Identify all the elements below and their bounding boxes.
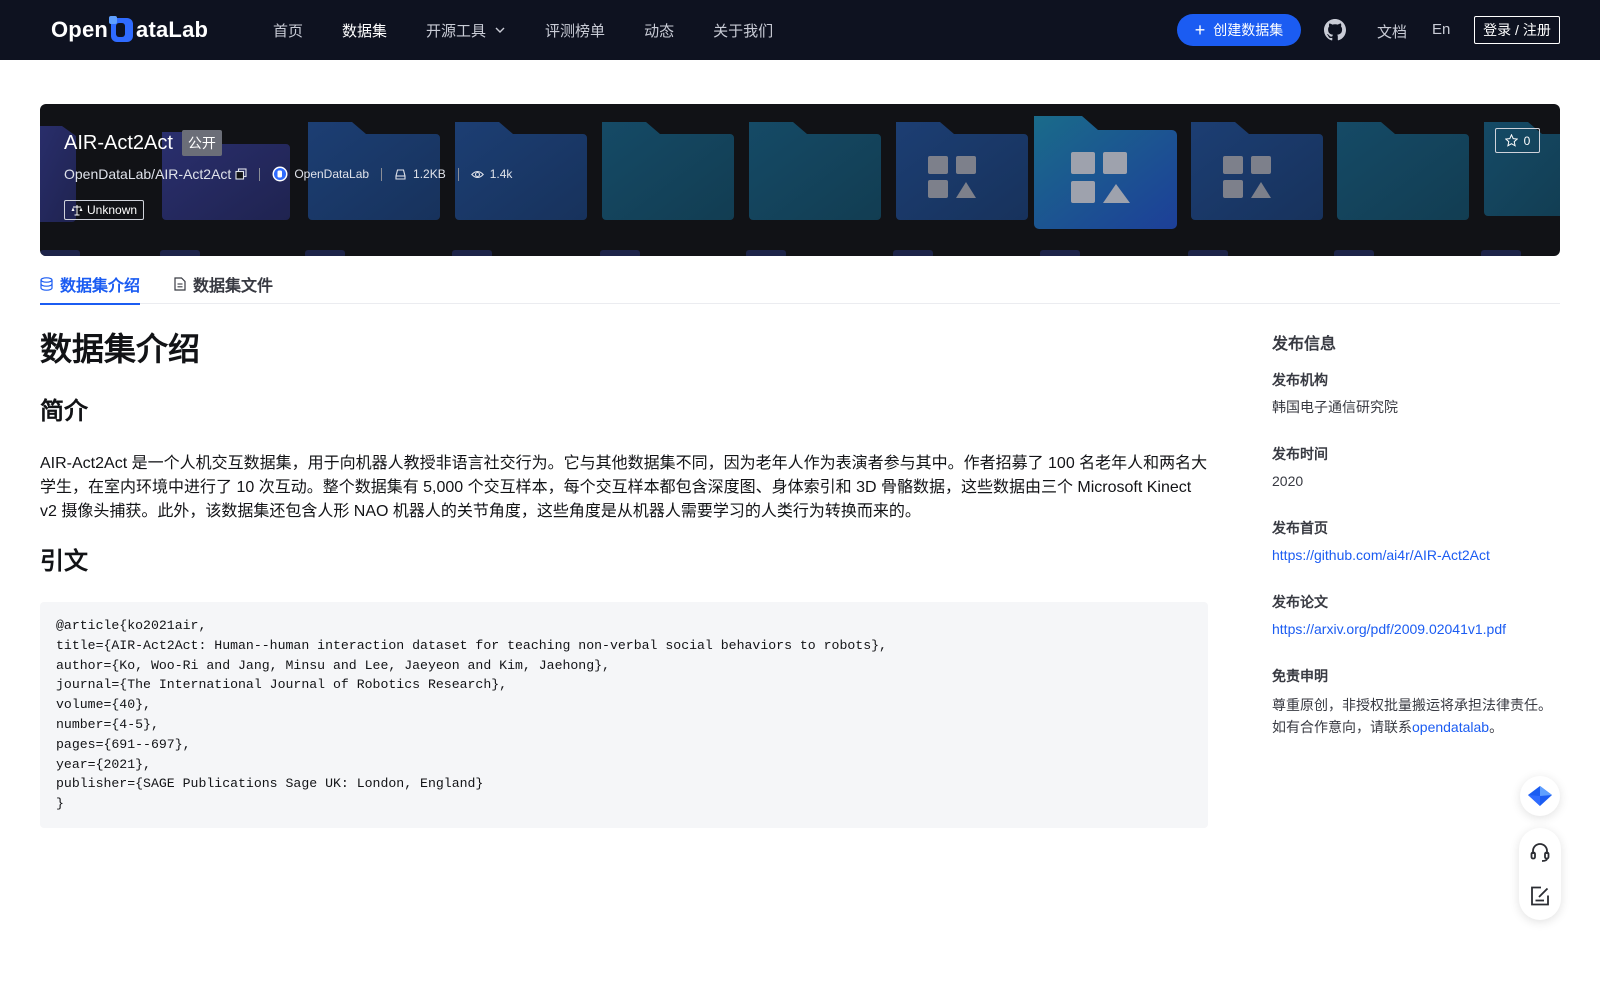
database-icon	[40, 277, 53, 291]
citation-heading: 引文	[40, 548, 88, 575]
meta-separator	[457, 167, 459, 181]
publish-time-label: 发布时间	[1272, 446, 1328, 462]
logo-text-right: ataLab	[136, 17, 209, 42]
assistant-icon	[1528, 786, 1552, 806]
nav-about-label: 关于我们	[713, 22, 774, 40]
file-icon	[174, 277, 186, 291]
visibility-badge: 公开	[181, 130, 222, 156]
github-icon[interactable]	[1323, 18, 1347, 42]
star-button[interactable]: 0	[1495, 128, 1540, 153]
paper-link[interactable]: https://arxiv.org/pdf/2009.02041v1.pdf	[1272, 618, 1506, 640]
dataset-description: 数据集介绍 简介 AIR-Act2Act 是一个人机交互数据集，用于向机器人教授…	[40, 328, 1208, 828]
tab-dataset-files-label: 数据集文件	[193, 278, 274, 295]
dataset-banner: AIR-Act2Act 公开 OpenDataLab/AIR-Act2Act O…	[40, 104, 1560, 256]
nav-about[interactable]: 关于我们	[713, 20, 773, 41]
create-dataset-label: 创建数据集	[1213, 22, 1284, 38]
dataset-size: 1.2KB	[413, 167, 446, 181]
tab-dataset-files[interactable]: 数据集文件	[174, 264, 273, 304]
homepage-link[interactable]: https://github.com/ai4r/AIR-Act2Act	[1272, 544, 1490, 566]
meta-separator	[259, 167, 261, 181]
disclaimer-line-2: 如有合作意向，请联系opendatalab。	[1272, 716, 1572, 738]
copy-icon[interactable]	[235, 168, 247, 180]
publisher-value: 韩国电子通信研究院	[1272, 399, 1398, 415]
nav-open-tools-label: 开源工具	[426, 22, 487, 40]
nav-docs[interactable]: 文档	[1377, 21, 1407, 42]
nav-datasets-label: 数据集	[342, 22, 388, 40]
scale-icon	[71, 205, 83, 216]
login-register-button[interactable]: 登录 / 注册	[1474, 16, 1560, 44]
nav-news[interactable]: 动态	[644, 20, 674, 41]
plus-icon: +	[1194, 20, 1206, 40]
dataset-meta: OpenDataLab/AIR-Act2Act OpenDataLab 1.2K…	[64, 166, 512, 182]
publisher-label: 发布机构	[1272, 372, 1328, 388]
sidebar-title: 发布信息	[1272, 336, 1337, 353]
dataset-title-row: AIR-Act2Act 公开	[64, 130, 222, 156]
top-nav: Open ataLab 首页 数据集 开源工具 评测榜单 动态 关于我们 + 创…	[0, 0, 1600, 60]
homepage-label: 发布首页	[1272, 520, 1328, 536]
eye-icon	[470, 170, 484, 178]
logo[interactable]: Open ataLab	[51, 14, 208, 46]
disclaimer-line-2-suffix: 。	[1489, 719, 1504, 735]
create-dataset-button[interactable]: + 创建数据集	[1177, 14, 1301, 46]
language-switch[interactable]: En	[1432, 21, 1450, 38]
paper-label: 发布论文	[1272, 594, 1328, 610]
feedback-icon[interactable]	[1528, 884, 1552, 908]
meta-separator	[381, 167, 383, 181]
tab-dataset-intro-label: 数据集介绍	[60, 278, 141, 295]
drive-icon	[395, 168, 406, 180]
license-label: Unknown	[87, 203, 138, 217]
intro-text: AIR-Act2Act 是一个人机交互数据集，用于向机器人教授非语言社交行为。它…	[40, 455, 1208, 520]
disclaimer-line-2-prefix: 如有合作意向，请联系	[1272, 719, 1412, 735]
disclaimer-text: 尊重原创，非授权批量搬运将承担法律责任。 如有合作意向，请联系opendatal…	[1272, 694, 1572, 738]
nav-leaderboard[interactable]: 评测榜单	[545, 20, 605, 41]
star-icon	[1504, 134, 1518, 147]
tab-dataset-intro[interactable]: 数据集介绍	[40, 264, 141, 305]
repo-path: OpenDataLab/AIR-Act2Act	[64, 166, 232, 182]
headset-icon[interactable]	[1528, 840, 1552, 864]
org-name[interactable]: OpenDataLab	[294, 167, 369, 181]
nav-news-label: 动态	[644, 22, 675, 40]
license-badge: Unknown	[64, 200, 145, 220]
nav-home-label: 首页	[273, 22, 304, 40]
logo-text-left: Open	[51, 17, 109, 42]
contact-link[interactable]: opendatalab	[1412, 719, 1489, 735]
view-count: 1.4k	[489, 167, 513, 181]
assistant-button[interactable]	[1520, 776, 1560, 816]
disclaimer-label: 免责申明	[1272, 668, 1328, 684]
nav-leaderboard-label: 评测榜单	[545, 22, 606, 40]
nav-open-tools[interactable]: 开源工具	[426, 20, 506, 41]
star-count: 0	[1523, 133, 1531, 148]
chevron-down-icon	[495, 27, 505, 33]
intro-heading: 简介	[40, 398, 88, 425]
logo-d-mark-icon	[109, 16, 135, 44]
org-logo-icon	[272, 166, 288, 182]
dataset-title: AIR-Act2Act	[64, 131, 173, 154]
citation-code-block: @article{ko2021air, title={AIR-Act2Act: …	[40, 602, 1208, 828]
nav-datasets[interactable]: 数据集	[342, 20, 387, 41]
floating-toolbar	[1519, 828, 1561, 920]
content-tabs: 数据集介绍 数据集文件	[40, 264, 1560, 305]
publish-time-value: 2020	[1272, 473, 1304, 489]
page-title: 数据集介绍	[40, 331, 201, 367]
nav-links: 首页 数据集 开源工具 评测榜单 动态 关于我们	[273, 0, 812, 60]
disclaimer-line-1: 尊重原创，非授权批量搬运将承担法律责任。	[1272, 697, 1552, 713]
nav-home[interactable]: 首页	[273, 20, 303, 41]
